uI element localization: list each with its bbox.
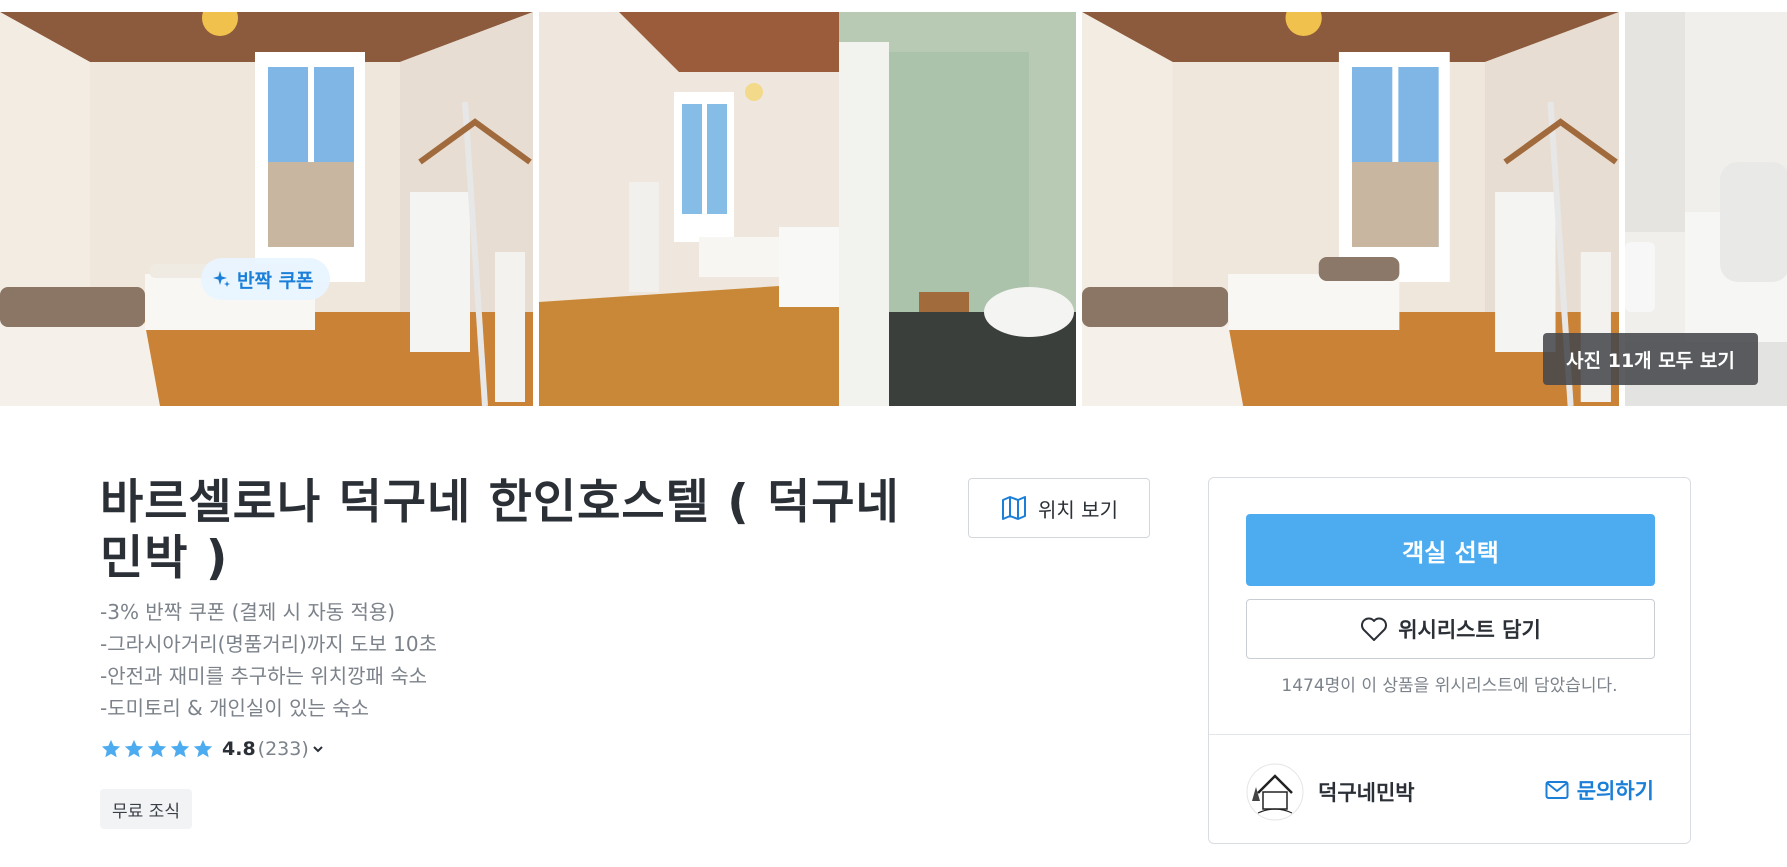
coupon-chip-label: 반짝 쿠폰 (237, 269, 314, 292)
listing-title: 바르셀로나 덕구네 한인호스텔 ( 덕구네 민박 ) (100, 475, 900, 586)
mail-icon (1545, 781, 1569, 799)
host-logo (1246, 763, 1304, 821)
view-location-label: 위치 보기 (1038, 497, 1118, 522)
free-breakfast-tag: 무료 조식 (100, 789, 192, 829)
star-icon (124, 739, 144, 758)
highlight-item: -안전과 재미를 추구하는 위치깡패 숙소 (100, 664, 428, 688)
highlight-item: -3% 반짝 쿠폰 (결제 시 자동 적용) (100, 600, 396, 624)
highlight-item: -도미토리 & 개인실이 있는 숙소 (100, 696, 370, 720)
card-divider (1209, 734, 1690, 735)
booking-card: 객실 선택 위시리스트 담기 1474명이 이 상품을 위시리스트에 담았습니다… (1208, 477, 1691, 844)
photo-gallery: 반짝 쿠폰 사진 11개 모두 보기 (0, 12, 1787, 406)
chevron-down-icon (313, 746, 323, 753)
flash-coupon-chip: 반짝 쿠폰 (201, 258, 330, 300)
room-photo-2[interactable] (539, 12, 1076, 406)
star-icon (170, 739, 190, 758)
room-photo-1[interactable] (0, 12, 533, 406)
highlight-item: -그라시아거리(명품거리)까지 도보 10초 (100, 632, 437, 656)
view-all-photos-button[interactable]: 사진 11개 모두 보기 (1543, 333, 1758, 385)
star-icon (147, 739, 167, 758)
wishlist-count-note: 1474명이 이 상품을 위시리스트에 담았습니다. (1281, 676, 1618, 696)
select-room-button[interactable]: 객실 선택 (1246, 514, 1655, 586)
host-name: 덕구네민박 (1318, 781, 1415, 805)
rating-summary[interactable]: 4.8 (233) (100, 735, 325, 763)
star-icon (193, 739, 213, 758)
wishlist-label: 위시리스트 담기 (1398, 618, 1541, 642)
rating-score: 4.8 (222, 738, 256, 760)
host-info[interactable]: 덕구네민박 (1246, 763, 1415, 821)
rating-stars (100, 738, 214, 760)
heart-icon (1361, 617, 1388, 641)
inquiry-button[interactable]: 문의하기 (1545, 775, 1654, 805)
inquiry-label: 문의하기 (1576, 779, 1654, 803)
add-to-wishlist-button[interactable]: 위시리스트 담기 (1246, 599, 1655, 659)
room-photo-3[interactable] (1082, 12, 1619, 406)
map-icon (1002, 496, 1027, 520)
view-location-button[interactable]: 위치 보기 (968, 478, 1150, 538)
listing-highlights: -3% 반짝 쿠폰 (결제 시 자동 적용) -그라시아거리(명품거리)까지 도… (100, 596, 437, 724)
review-count: (233) (257, 738, 309, 760)
star-icon (101, 739, 121, 758)
sparkle-icon (213, 271, 230, 287)
